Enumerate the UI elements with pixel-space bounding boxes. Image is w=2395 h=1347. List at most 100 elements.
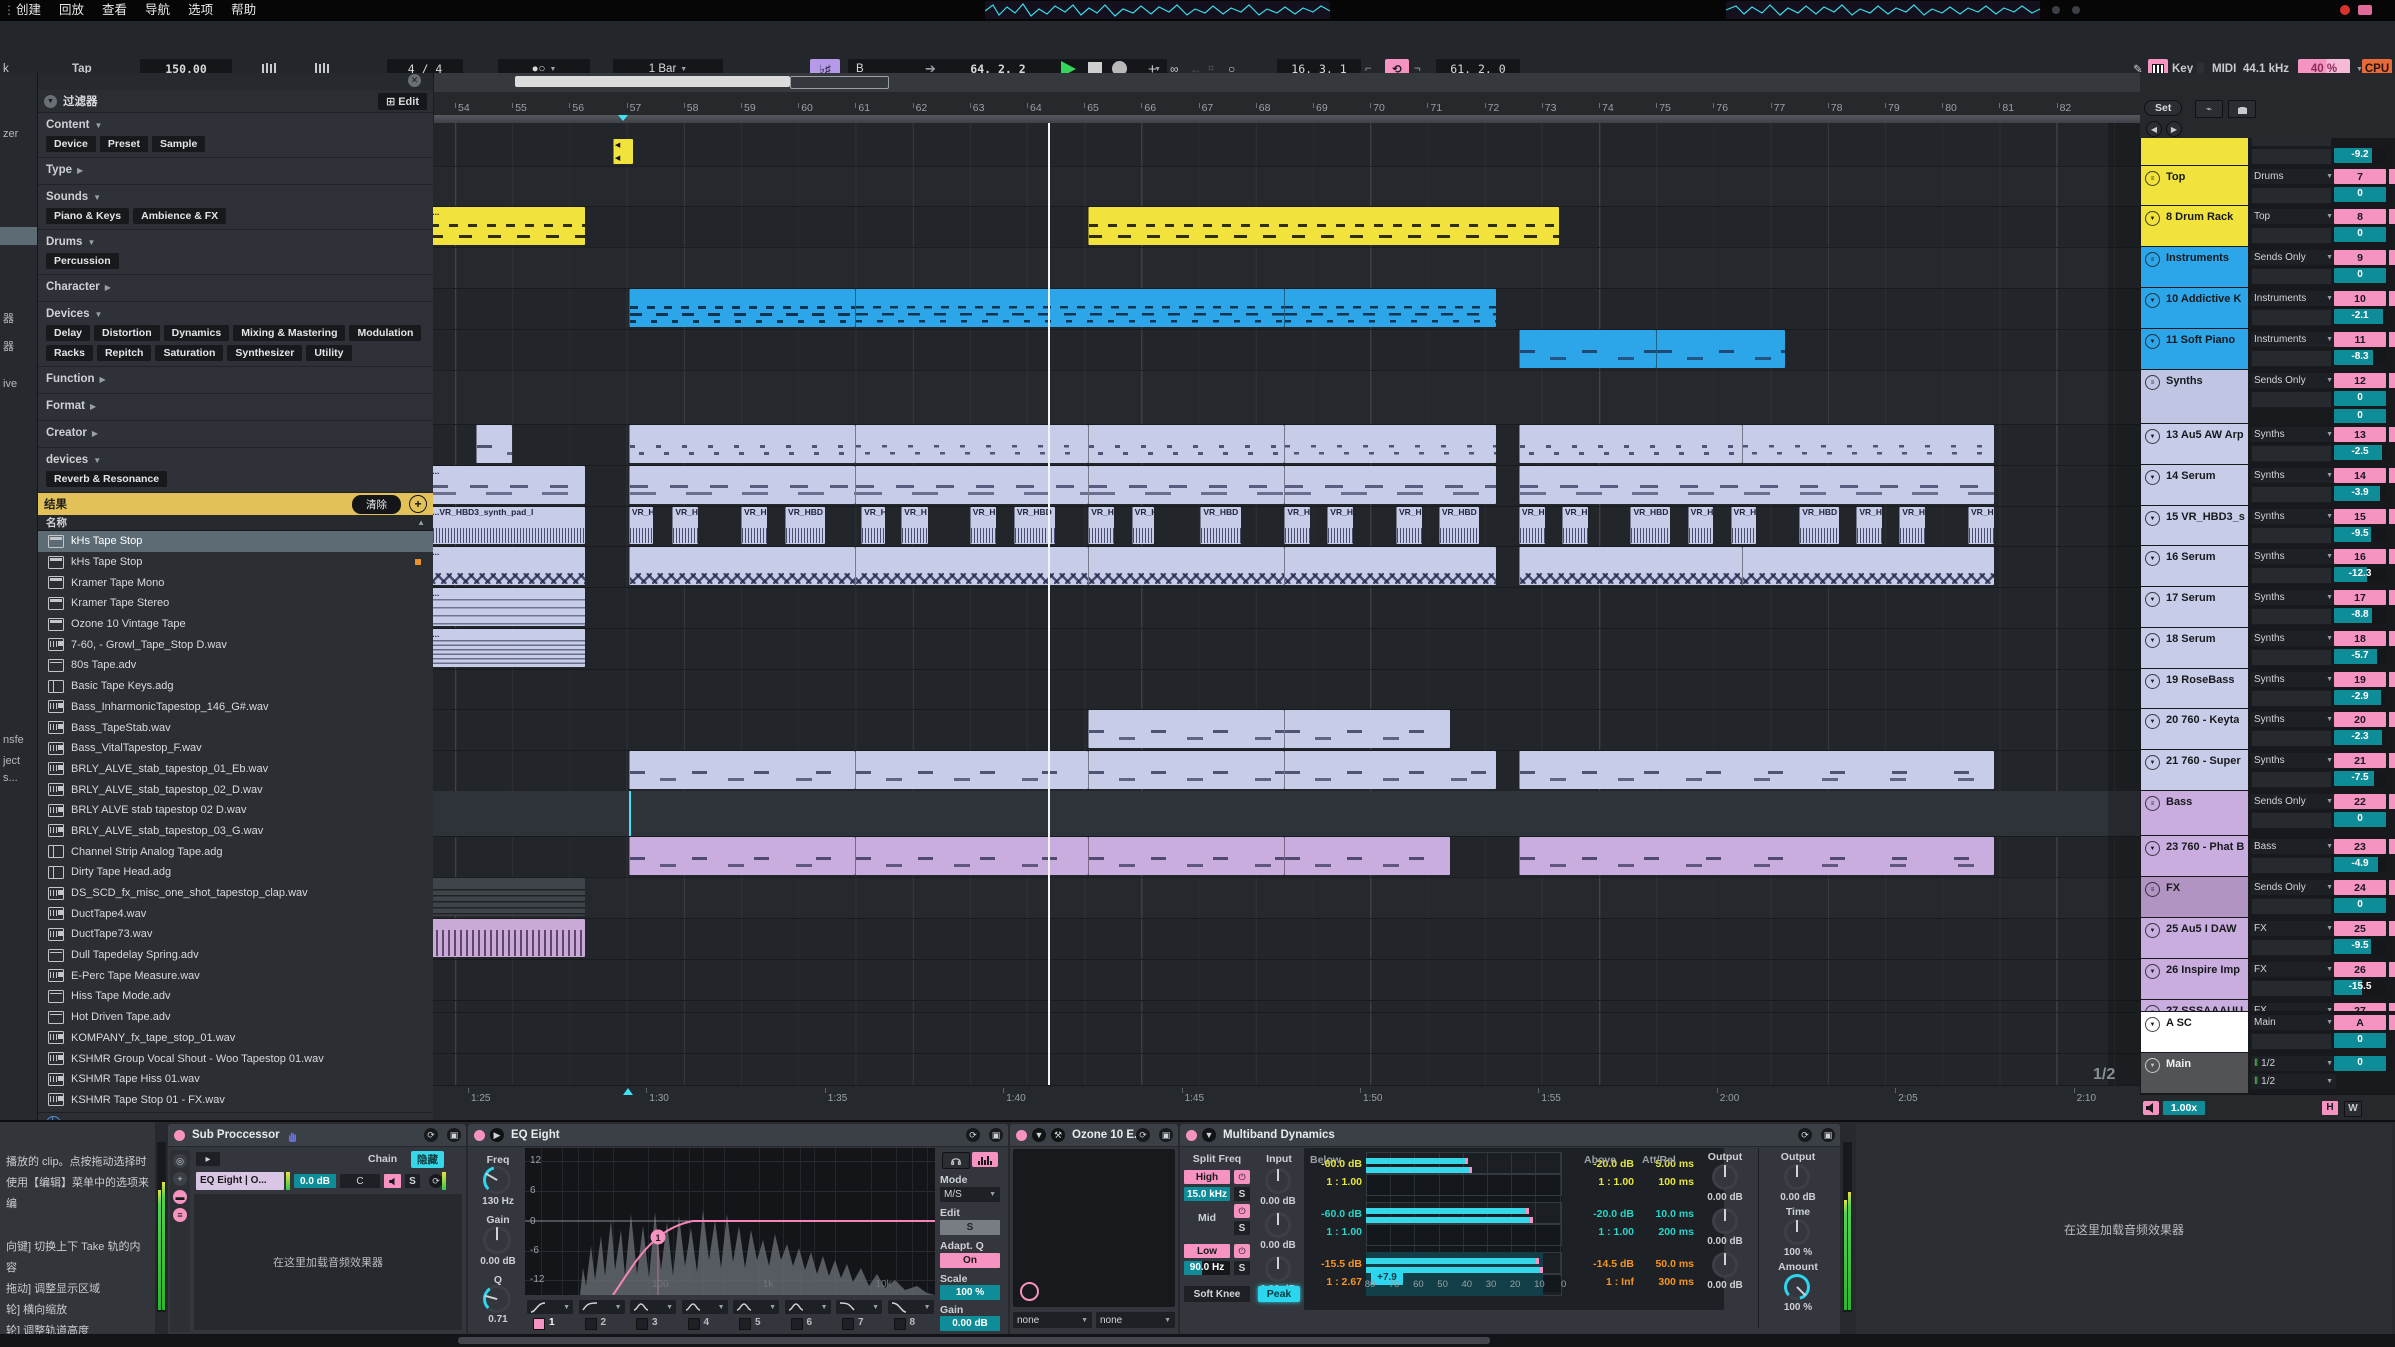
- track-send-field[interactable]: 0: [2334, 409, 2386, 423]
- hot-swap-icon[interactable]: ⟳: [1136, 1128, 1150, 1142]
- clip[interactable]: VR_H: [1132, 507, 1154, 544]
- filter-chip[interactable]: Racks: [46, 345, 93, 361]
- track-number[interactable]: 15: [2334, 509, 2386, 524]
- list-item[interactable]: BRLY ALVE stab tapestop 02 D.wav: [38, 800, 433, 821]
- list-item[interactable]: BRLY_ALVE_stab_tapestop_01_Eb.wav: [38, 759, 433, 780]
- track-name-block[interactable]: ▼14 Serum: [2141, 465, 2248, 505]
- track-name-block[interactable]: ▼16 Serum: [2141, 546, 2248, 586]
- save-preset-icon[interactable]: ▣: [989, 1128, 1003, 1142]
- macro-icon[interactable]: ◎: [173, 1154, 187, 1168]
- spectrum-toggle[interactable]: [972, 1152, 998, 1167]
- filter-chip[interactable]: Delay: [46, 325, 90, 341]
- device-activator[interactable]: [1016, 1130, 1027, 1141]
- track-header-27 SSSAAAUU[interactable]: ▼27 SSSAAAUUFX▼27: [2140, 1000, 2395, 1011]
- clip[interactable]: [1088, 837, 1284, 875]
- clip[interactable]: [629, 837, 856, 875]
- group-fold-icon[interactable]: ≡: [2145, 171, 2160, 186]
- list-item[interactable]: Channel Strip Analog Tape.adg: [38, 841, 433, 862]
- track-name-block[interactable]: ▼11 Soft Piano: [2141, 329, 2248, 369]
- track-fold-icon[interactable]: ▼: [2145, 714, 2160, 729]
- band-filter-type-selector[interactable]: ▼: [836, 1300, 882, 1314]
- track-header-21 760 - Super[interactable]: ▼21 760 - SuperSynths▼21-7.5: [2140, 750, 2395, 790]
- clip[interactable]: [1519, 425, 1742, 463]
- track-header-13 Au5 AW Arp[interactable]: ▼13 Au5 AW ArpSynths▼13-2.5: [2140, 424, 2395, 464]
- list-item[interactable]: Kramer Tape Stereo: [38, 593, 433, 614]
- name-column-header[interactable]: 名称: [46, 515, 417, 530]
- clip[interactable]: VR_H: [629, 507, 653, 544]
- clip[interactable]: [629, 425, 856, 463]
- bar-ruler[interactable]: 5455565758596061626364656667686970717273…: [434, 100, 2140, 115]
- track-routing-selector[interactable]: FX▼: [2251, 962, 2336, 977]
- filter-chip[interactable]: Distortion: [94, 325, 160, 341]
- clip[interactable]: VR_HBD: [1630, 507, 1670, 544]
- track-header-Bass[interactable]: ≡BassSends Only▼220: [2140, 791, 2395, 835]
- track-volume-field[interactable]: -9.5: [2334, 527, 2386, 542]
- band-filter-type-selector[interactable]: ▼: [527, 1300, 573, 1314]
- speaker-icon[interactable]: [2143, 1101, 2159, 1115]
- output-knob-low[interactable]: [1712, 1252, 1738, 1278]
- list-item[interactable]: BRLY_ALVE_stab_tapestop_03_G.wav: [38, 821, 433, 842]
- track-routing-selector[interactable]: Instruments▼: [2251, 291, 2336, 306]
- clip[interactable]: [855, 547, 1088, 585]
- mid-power-button[interactable]: ⏻: [1234, 1204, 1250, 1218]
- list-item[interactable]: E-Perc Tape Measure.wav: [38, 965, 433, 986]
- save-preset-icon[interactable]: ▣: [1159, 1128, 1173, 1142]
- arrangement-grid[interactable]: ◀◀.........VR_HBD3_synth_pad_lVR_HVR_HVR…: [433, 123, 2140, 1085]
- track-routing-selector[interactable]: Sends Only▼: [2251, 250, 2336, 265]
- add-filter-button[interactable]: +: [409, 495, 427, 513]
- list-item[interactable]: DuctTape73.wav: [38, 924, 433, 945]
- list-item[interactable]: kHs Tape Stop: [38, 552, 433, 573]
- track-routing-selector[interactable]: Sends Only▼: [2251, 373, 2336, 388]
- track-name-block[interactable]: ≡FX: [2141, 877, 2248, 917]
- filter-chip[interactable]: Mixing & Mastering: [233, 325, 345, 341]
- track-number[interactable]: 14: [2334, 468, 2386, 483]
- menu-item-5[interactable]: 帮助: [231, 0, 256, 21]
- arrangement-row-10 Addictive K[interactable]: [433, 288, 2140, 330]
- track-fold-icon[interactable]: ▼: [2145, 964, 2160, 979]
- track-number[interactable]: 18: [2334, 631, 2386, 646]
- band-filter-type-selector[interactable]: ▼: [733, 1300, 779, 1314]
- track-routing-selector[interactable]: ‖1/2▼: [2251, 1056, 2336, 1071]
- track-name-block[interactable]: ≡Instruments: [2141, 247, 2248, 287]
- clip-marker[interactable]: ◀◀: [613, 139, 633, 164]
- device-title-bar[interactable]: Sub Proccessor ⟳▣: [168, 1124, 466, 1147]
- track-name-block[interactable]: ≡Bass: [2141, 791, 2248, 835]
- track-fold-icon[interactable]: ▼: [2145, 1005, 2160, 1011]
- clip[interactable]: VR_H: [1327, 507, 1353, 544]
- list-item[interactable]: Dirty Tape Head.adg: [38, 862, 433, 883]
- below-threshold-1[interactable]: -60.0 dB: [1308, 1208, 1362, 1220]
- list-item[interactable]: KOMPANY_fx_tape_stop_01.wav: [38, 1028, 433, 1049]
- q-knob[interactable]: [483, 1285, 511, 1313]
- clip[interactable]: [1284, 751, 1496, 789]
- track-number[interactable]: 13: [2334, 427, 2386, 442]
- filter-chip[interactable]: Device: [46, 136, 96, 152]
- low-freq-field[interactable]: 90.0 Hz: [1184, 1261, 1230, 1275]
- device-activator[interactable]: [1186, 1130, 1197, 1141]
- high-band-button[interactable]: High: [1184, 1170, 1230, 1184]
- track-routing-selector[interactable]: Main▼: [2251, 1015, 2336, 1030]
- clip[interactable]: [1284, 710, 1450, 748]
- clip[interactable]: [1742, 547, 1994, 585]
- device-title-bar[interactable]: ▼ Multiband Dynamics ⟳▣: [1180, 1124, 1840, 1147]
- filter-chip[interactable]: Utility: [306, 345, 351, 361]
- clip[interactable]: [855, 751, 1088, 789]
- filter-chip[interactable]: Reverb & Resonance: [46, 471, 167, 487]
- below-threshold-2[interactable]: -15.5 dB: [1308, 1258, 1362, 1270]
- edit-channel-button[interactable]: S: [940, 1220, 1000, 1235]
- scale-field[interactable]: 100 %: [940, 1285, 1000, 1300]
- track-routing-selector[interactable]: Synths▼: [2251, 631, 2336, 646]
- track-routing-selector[interactable]: Instruments▼: [2251, 332, 2336, 347]
- track-number[interactable]: 23: [2334, 839, 2386, 854]
- track-fold-icon[interactable]: ▼: [2145, 429, 2160, 444]
- clip[interactable]: VR_H: [1968, 507, 1994, 544]
- arrangement-row-Synths[interactable]: [433, 370, 2140, 425]
- release-1[interactable]: 200 ms: [1642, 1226, 1694, 1238]
- track-volume-field[interactable]: 0: [2334, 1033, 2386, 1048]
- track-fold-icon[interactable]: ▼: [2145, 755, 2160, 770]
- filter-chip[interactable]: Synthesizer: [227, 345, 302, 361]
- fold-icon[interactable]: ▼: [1202, 1128, 1216, 1142]
- menu-item-2[interactable]: 查看: [102, 0, 127, 21]
- track-name-block[interactable]: ▼15 VR_HBD3_s: [2141, 506, 2248, 545]
- track-header-Synths[interactable]: ≡SynthsSends Only▼1200: [2140, 370, 2395, 423]
- amount-knob[interactable]: [1784, 1274, 1810, 1300]
